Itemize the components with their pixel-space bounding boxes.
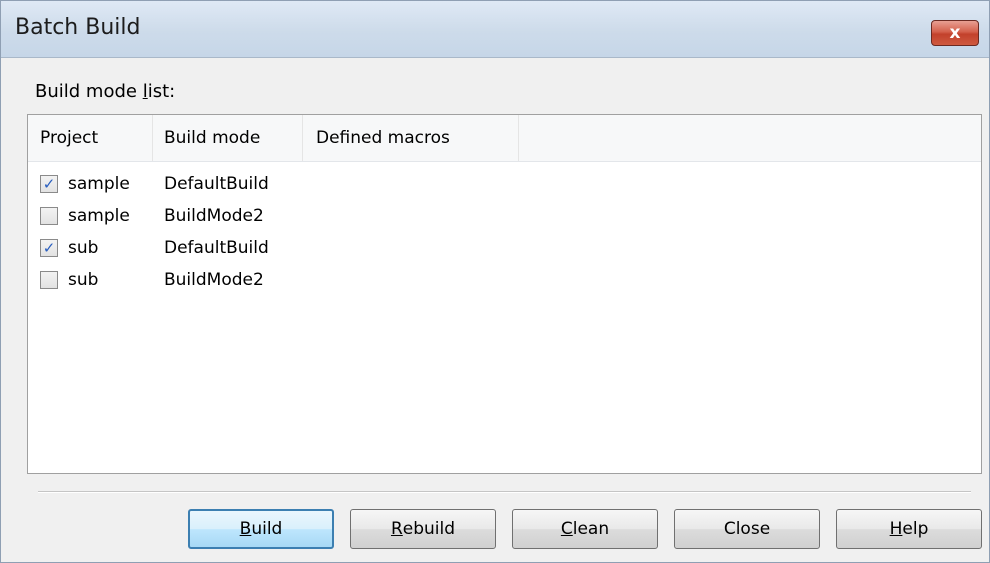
cell-build-mode: DefaultBuild [164, 174, 269, 194]
build-button[interactable]: Build [188, 509, 334, 549]
close-icon[interactable]: x [931, 20, 979, 46]
clean-button[interactable]: Clean [512, 509, 658, 549]
button-label-rest: elp [902, 519, 929, 539]
column-divider[interactable] [518, 115, 519, 161]
row-checkbox[interactable]: ✓ [40, 175, 58, 193]
mnemonic-letter: H [889, 519, 903, 539]
column-header-project[interactable]: Project [40, 128, 98, 148]
close-button[interactable]: Close [674, 509, 820, 549]
column-divider[interactable] [152, 115, 153, 161]
cell-build-mode: BuildMode2 [164, 206, 264, 226]
cell-build-mode: BuildMode2 [164, 270, 264, 290]
cell-project: sample [68, 174, 130, 194]
batch-build-dialog: Batch Build x Build mode list: Project B… [0, 0, 990, 563]
list-row[interactable]: ✓ sub DefaultBuild [28, 233, 981, 265]
rebuild-button[interactable]: Rebuild [350, 509, 496, 549]
mnemonic-letter: R [390, 519, 403, 539]
list-row[interactable]: ✓ sample DefaultBuild [28, 169, 981, 201]
column-divider[interactable] [302, 115, 303, 161]
row-checkbox[interactable]: ✓ [40, 239, 58, 257]
cell-project: sample [68, 206, 130, 226]
close-glyph: x [949, 23, 961, 43]
cell-project: sub [68, 238, 99, 258]
button-label-rest: ebuild [402, 519, 456, 539]
dialog-title: Batch Build [15, 15, 141, 40]
row-checkbox[interactable] [40, 271, 58, 289]
build-mode-list[interactable]: Project Build mode Defined macros ✓ samp… [27, 114, 982, 474]
help-button[interactable]: Help [836, 509, 982, 549]
list-header: Project Build mode Defined macros [28, 115, 981, 162]
list-row[interactable]: sample BuildMode2 [28, 201, 981, 233]
label-suffix: ist: [147, 81, 176, 102]
row-checkbox[interactable] [40, 207, 58, 225]
cell-project: sub [68, 270, 99, 290]
title-bar[interactable]: Batch Build x [1, 1, 989, 58]
button-label: Close [723, 519, 771, 539]
column-header-build-mode[interactable]: Build mode [164, 128, 260, 148]
label-prefix: Build mode [35, 81, 143, 102]
list-row[interactable]: sub BuildMode2 [28, 265, 981, 297]
button-label-rest: lean [572, 519, 610, 539]
mnemonic-letter: B [239, 519, 252, 539]
footer-separator [38, 491, 971, 493]
checkmark-icon: ✓ [42, 238, 56, 257]
build-mode-list-label: Build mode list: [35, 81, 175, 102]
button-label-rest: uild [251, 519, 283, 539]
cell-build-mode: DefaultBuild [164, 238, 269, 258]
checkmark-icon: ✓ [42, 174, 56, 193]
mnemonic-letter: C [560, 519, 573, 539]
column-header-defined-macros[interactable]: Defined macros [316, 128, 450, 148]
